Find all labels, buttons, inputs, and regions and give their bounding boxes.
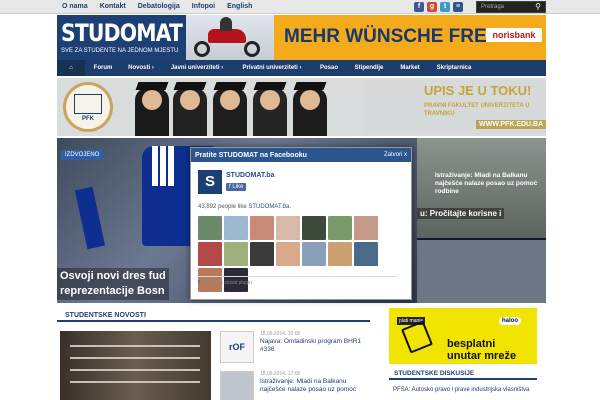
fan-avatar[interactable]	[302, 216, 326, 240]
fan-avatar[interactable]	[354, 242, 378, 266]
top-link-o-nama[interactable]: O nama	[56, 0, 94, 14]
logo-tagline: SVE ZA STUDENTE NA JEDNOM MJESTU	[61, 48, 179, 54]
enrollment-subline: PRAVNI FAKULTET UNIVERZITETA U TRAVNIKU	[424, 103, 530, 117]
nav-forum[interactable]: Forum	[85, 60, 121, 76]
nav-novosti[interactable]: Novosti ›	[121, 60, 161, 76]
fan-avatar[interactable]	[198, 242, 222, 266]
top-link-infopoi[interactable]: Infopoi	[186, 0, 221, 14]
nav-privatni-univerziteti[interactable]: Privatni univerziteti ›	[233, 60, 311, 76]
featured-badge: IZDVOJENO	[61, 150, 104, 160]
fan-avatar[interactable]	[354, 216, 378, 240]
side-story-bottom[interactable]	[417, 240, 546, 303]
top-links: O nama Kontakt Debatologija Infopoi Engl…	[56, 0, 258, 14]
modal-title: Pratite STUDOMAT na Facebooku	[195, 151, 307, 159]
logo-text: STUDOMAT	[61, 19, 183, 47]
ad-line-1: besplatni	[447, 338, 496, 350]
header-ad-banner[interactable]: MEHR WÜNSCHE FREI! norisbank	[274, 15, 546, 60]
side-story-bottom-title[interactable]: Istraživanje: Mladi na Balkanu najčešće …	[435, 172, 545, 196]
faculty-seal: PFK	[63, 82, 113, 132]
fan-avatar[interactable]	[198, 216, 222, 240]
enrollment-headline: UPIS JE U TOKU!	[424, 83, 532, 98]
ad-brand: norisbank	[486, 28, 542, 42]
top-link-english[interactable]: English	[221, 0, 258, 14]
news-main-image[interactable]	[60, 331, 211, 400]
news-title[interactable]: Istraživanje: Mladi na Balkanu najčešće …	[260, 378, 366, 394]
fan-avatar[interactable]	[276, 216, 300, 240]
motorbike-image	[186, 15, 274, 60]
fan-avatar[interactable]	[328, 216, 352, 240]
enrollment-url: WWW.PFK.EDU.BA	[476, 120, 547, 129]
discussions-heading: STUDENTSKE DISKUSIJE	[389, 368, 537, 380]
facebook-modal: Pratite STUDOMAT na Facebooku Zatvori x …	[190, 147, 412, 300]
featured-title[interactable]: Osvoji novi dres fud reprezentacije Bosn	[57, 268, 169, 300]
fan-avatar[interactable]	[250, 216, 274, 240]
fan-avatar[interactable]	[328, 242, 352, 266]
like-button[interactable]: f Like	[226, 183, 247, 191]
nav-market[interactable]: Market	[391, 60, 429, 76]
fan-avatar[interactable]	[276, 242, 300, 266]
news-thumb	[220, 371, 254, 400]
facebook-icon[interactable]: f	[414, 2, 424, 12]
sidebar-ad[interactable]: plati manje haloo besplatni unutar mreže	[389, 308, 537, 364]
news-date: 18.06.2014. 17:00	[260, 371, 301, 377]
facebook-plugin-label: f Facebook social plugin	[198, 276, 398, 286]
google-plus-icon[interactable]: g	[427, 2, 437, 12]
like-count-link[interactable]: STUDOMAT.ba.	[248, 204, 291, 210]
ad-brand: haloo	[499, 317, 521, 325]
discussion-link[interactable]: PFSA: Autosko pravo i prave industrijska…	[393, 387, 529, 393]
ad-text: MEHR WÜNSCHE FREI!	[284, 26, 499, 47]
featured-side: u: Pročitajte korisne i Istraživanje: Ml…	[417, 138, 546, 303]
news-date: 18.06.2014. 10:00	[260, 331, 301, 337]
page-name[interactable]: STUDOMAT.ba	[226, 172, 274, 179]
phone-icon	[401, 320, 433, 354]
search-icon[interactable]: ⚲	[532, 1, 544, 13]
news-heading: STUDENTSKE NOVOSTI	[57, 310, 370, 322]
social-links: f g t ≡	[414, 2, 463, 12]
top-link-kontakt[interactable]: Kontakt	[94, 0, 132, 14]
home-icon[interactable]: ⌂	[57, 60, 85, 76]
fan-avatar[interactable]	[224, 216, 248, 240]
top-link-debatologija[interactable]: Debatologija	[132, 0, 186, 14]
nav-skriptarnica[interactable]: Skriptarnica	[429, 60, 479, 76]
main-nav: ⌂ Forum Novosti › Javni univerziteti › P…	[57, 60, 546, 76]
fan-avatar[interactable]	[224, 242, 248, 266]
nav-stipendije[interactable]: Stipendije	[347, 60, 391, 76]
news-title[interactable]: Najava: Omladinski program BHR1 #336	[260, 338, 366, 354]
side-story-top-title[interactable]: u: Pročitajte korisne i	[417, 208, 505, 219]
nav-posao[interactable]: Posao	[311, 60, 347, 76]
modal-close-button[interactable]: Zatvori x	[384, 152, 407, 158]
rss-icon[interactable]: ≡	[453, 2, 463, 12]
like-count: 43,892 people like STUDOMAT.ba.	[198, 204, 291, 210]
top-bar: O nama Kontakt Debatologija Infopoi Engl…	[0, 0, 600, 14]
modal-header: Pratite STUDOMAT na Facebooku Zatvori x	[191, 148, 411, 162]
page-avatar[interactable]: S	[198, 170, 222, 194]
news-thumb: rOF	[220, 331, 254, 363]
nav-javni-univerziteti[interactable]: Javni univerziteti ›	[161, 60, 233, 76]
enrollment-ad[interactable]: UPIS JE U TOKU! PRAVNI FAKULTET UNIVERZI…	[364, 80, 547, 134]
fan-avatar[interactable]	[302, 242, 326, 266]
ad-line-2: unutar mreže	[447, 350, 517, 362]
fan-avatar[interactable]	[250, 242, 274, 266]
twitter-icon[interactable]: t	[440, 2, 450, 12]
